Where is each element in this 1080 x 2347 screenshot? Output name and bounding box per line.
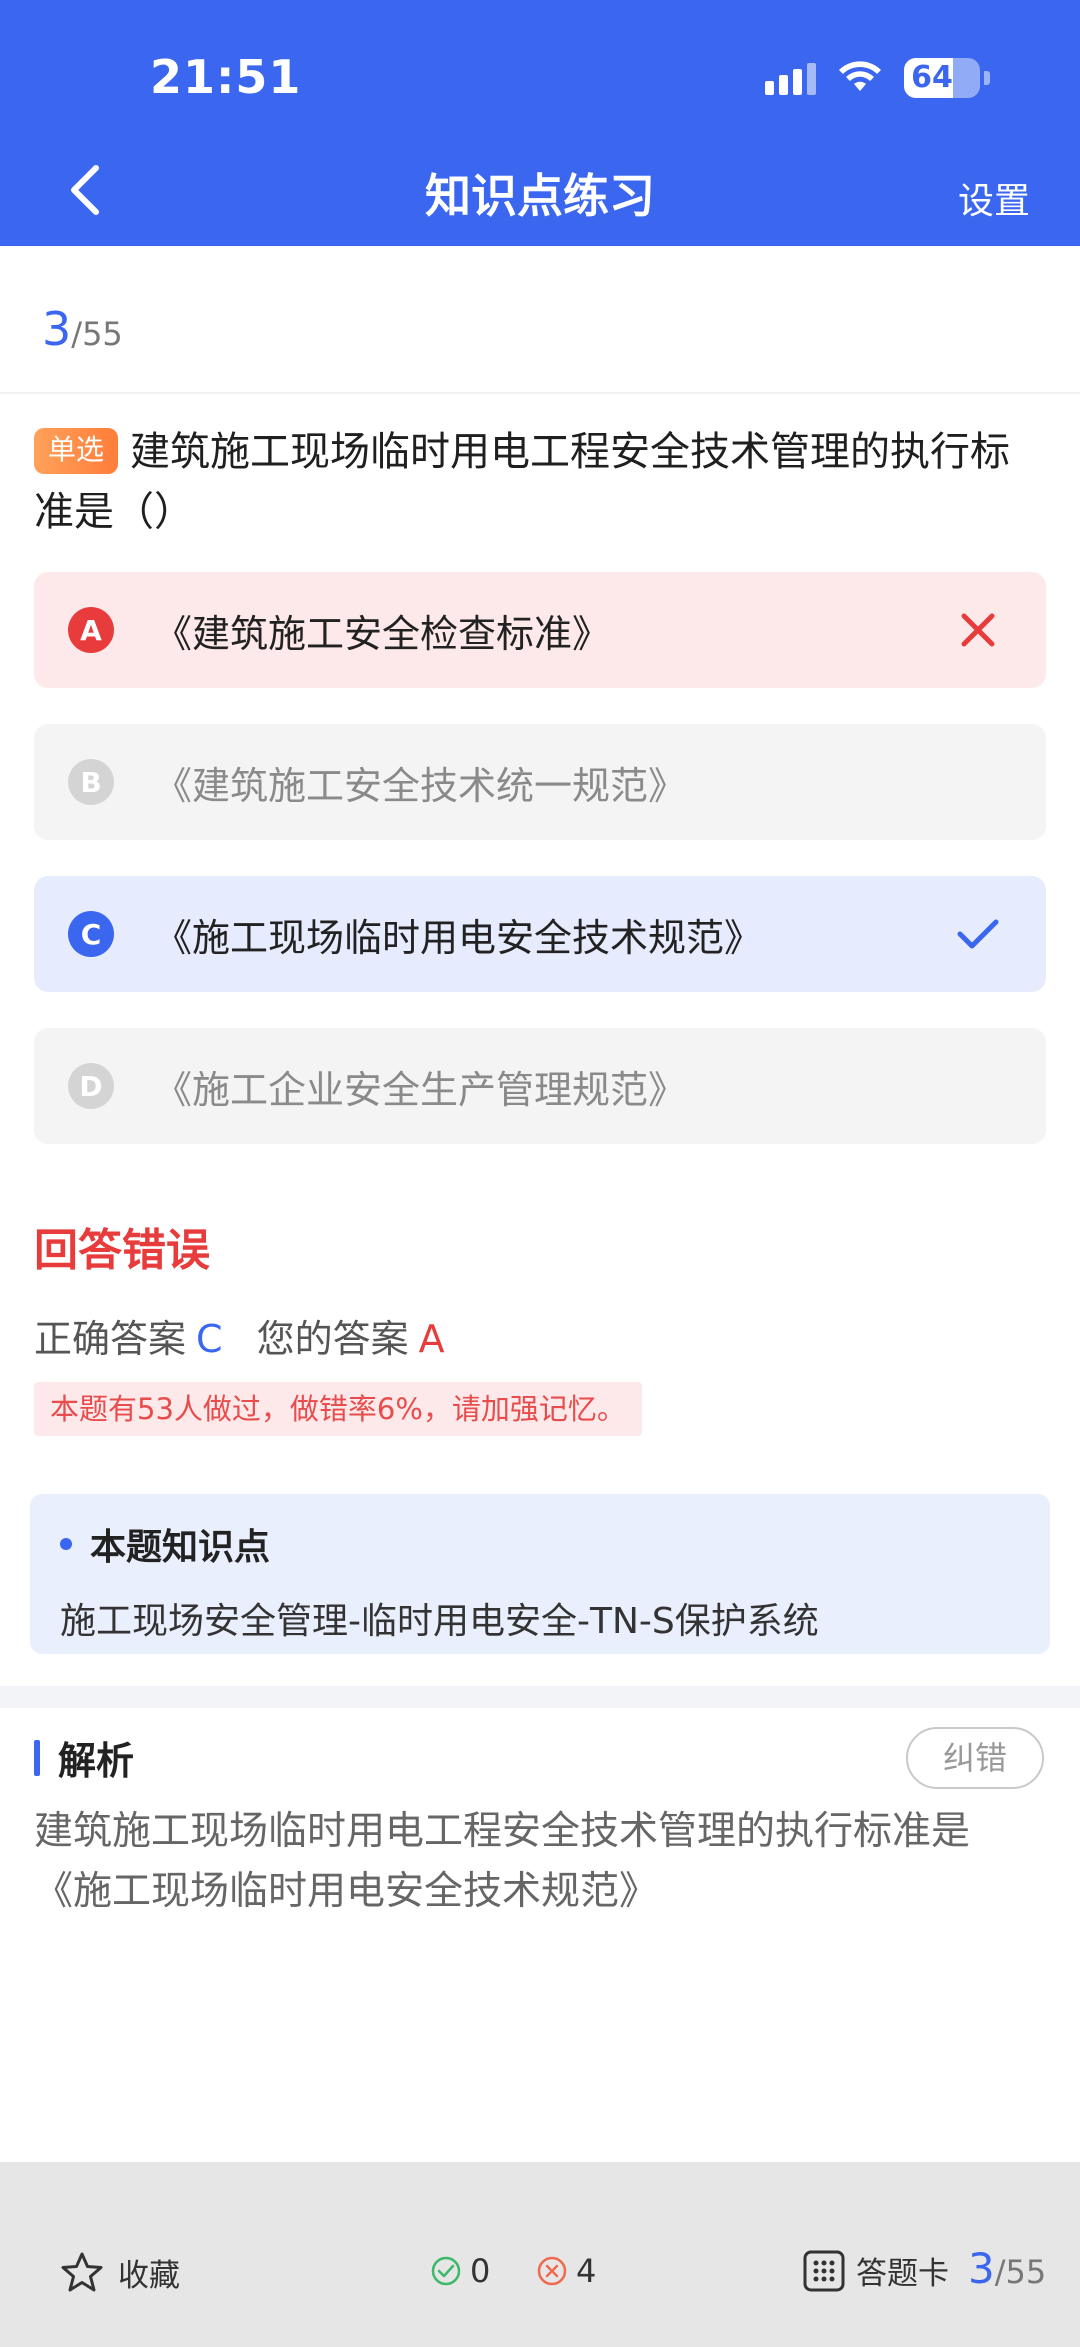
analysis-text: 建筑施工现场临时用电工程安全技术管理的执行标准是《施工现场临时用电安全技术规范》 xyxy=(34,1809,971,1914)
star-icon xyxy=(61,2252,103,2291)
status-time: 21:51 xyxy=(150,50,302,104)
accent-bar xyxy=(34,1739,40,1776)
question-text: 建筑施工现场临时用电工程安全技术管理的执行标准是（） xyxy=(34,429,1011,535)
knowledge-title-text: 本题知识点 xyxy=(90,1527,271,1568)
option-text: 《建筑施工安全技术统一规范》 xyxy=(154,763,687,808)
status-icons: 64 xyxy=(765,58,990,98)
divider xyxy=(0,392,1080,394)
my-answer-label: 您的答案 xyxy=(256,1317,409,1361)
analysis-title: 解析 xyxy=(58,1739,135,1783)
top-nav-bar: 21:51 64 知识点练习 设置 xyxy=(0,0,1080,246)
question-stem: 单选 建筑施工现场临时用电工程安全技术管理的执行标准是（） xyxy=(34,422,1044,542)
progress-total: /55 xyxy=(71,315,123,353)
knowledge-title: 本题知识点 xyxy=(60,1518,1020,1570)
wrong-x-icon xyxy=(961,613,995,647)
correct-answer-label: 正确答案 xyxy=(34,1317,187,1361)
battery-tip xyxy=(984,71,990,85)
progress-current: 3 xyxy=(42,302,72,356)
correct-count-value: 0 xyxy=(470,2252,491,2290)
option-a[interactable]: A 《建筑施工安全检查标准》 xyxy=(34,572,1046,688)
settings-button[interactable]: 设置 xyxy=(958,172,1030,224)
check-icon xyxy=(957,919,999,949)
correct-answer-value: C xyxy=(196,1317,223,1361)
battery-level: 64 xyxy=(911,60,953,95)
battery-icon: 64 xyxy=(904,58,980,98)
correct-count: 0 xyxy=(430,2252,490,2290)
analysis-heading: 解析 xyxy=(34,1730,134,1785)
option-text: 《施工企业安全生产管理规范》 xyxy=(154,1067,687,1112)
bottom-toolbar: 收藏 0 4 答题卡 3/55 xyxy=(0,2162,1080,2347)
answer-card-label: 答题卡 xyxy=(856,2256,949,2292)
x-circle-icon xyxy=(537,2256,567,2286)
wrong-count-value: 4 xyxy=(576,2252,597,2290)
check-circle-icon xyxy=(431,2256,461,2286)
report-error-button[interactable]: 纠错 xyxy=(906,1727,1044,1789)
favorite-label: 收藏 xyxy=(118,2258,180,2294)
page-title: 知识点练习 xyxy=(425,169,655,223)
bottom-progress-total: /55 xyxy=(994,2253,1047,2291)
option-text: 《建筑施工安全检查标准》 xyxy=(154,611,611,656)
error-rate-note: 本题有53人做过，做错率6%，请加强记忆。 xyxy=(34,1382,642,1436)
wrong-count: 4 xyxy=(536,2252,596,2290)
option-letter-badge: B xyxy=(68,759,114,805)
question-progress: 3/55 xyxy=(42,302,123,356)
my-answer-value: A xyxy=(418,1317,445,1361)
option-letter-badge: D xyxy=(68,1063,114,1109)
knowledge-text[interactable]: 施工现场安全管理-临时用电安全-TN-S保护系统 xyxy=(60,1592,1020,1644)
bottom-progress: 3/55 xyxy=(968,2244,1046,2293)
option-letter-badge: C xyxy=(68,911,114,957)
option-d[interactable]: D 《施工企业安全生产管理规范》 xyxy=(34,1028,1046,1144)
knowledge-point-card: 本题知识点 施工现场安全管理-临时用电安全-TN-S保护系统 xyxy=(30,1494,1050,1654)
answer-card-button[interactable]: 答题卡 xyxy=(802,2248,949,2293)
option-text: 《施工现场临时用电安全技术规范》 xyxy=(154,915,763,960)
bullet-dot-icon xyxy=(60,1538,72,1550)
wifi-icon xyxy=(839,61,881,91)
result-title: 回答错误 xyxy=(34,1225,210,1276)
favorite-button[interactable]: 收藏 xyxy=(60,2250,180,2295)
option-b[interactable]: B 《建筑施工安全技术统一规范》 xyxy=(34,724,1046,840)
section-divider xyxy=(0,1686,1080,1708)
grid-icon xyxy=(803,2250,845,2291)
option-letter-badge: A xyxy=(68,607,114,653)
answer-summary: 正确答案 C 您的答案 A xyxy=(34,1308,445,1363)
bottom-progress-current: 3 xyxy=(968,2244,995,2293)
option-c[interactable]: C 《施工现场临时用电安全技术规范》 xyxy=(34,876,1046,992)
question-type-tag: 单选 xyxy=(34,428,119,474)
cellular-signal-icon xyxy=(765,61,816,95)
